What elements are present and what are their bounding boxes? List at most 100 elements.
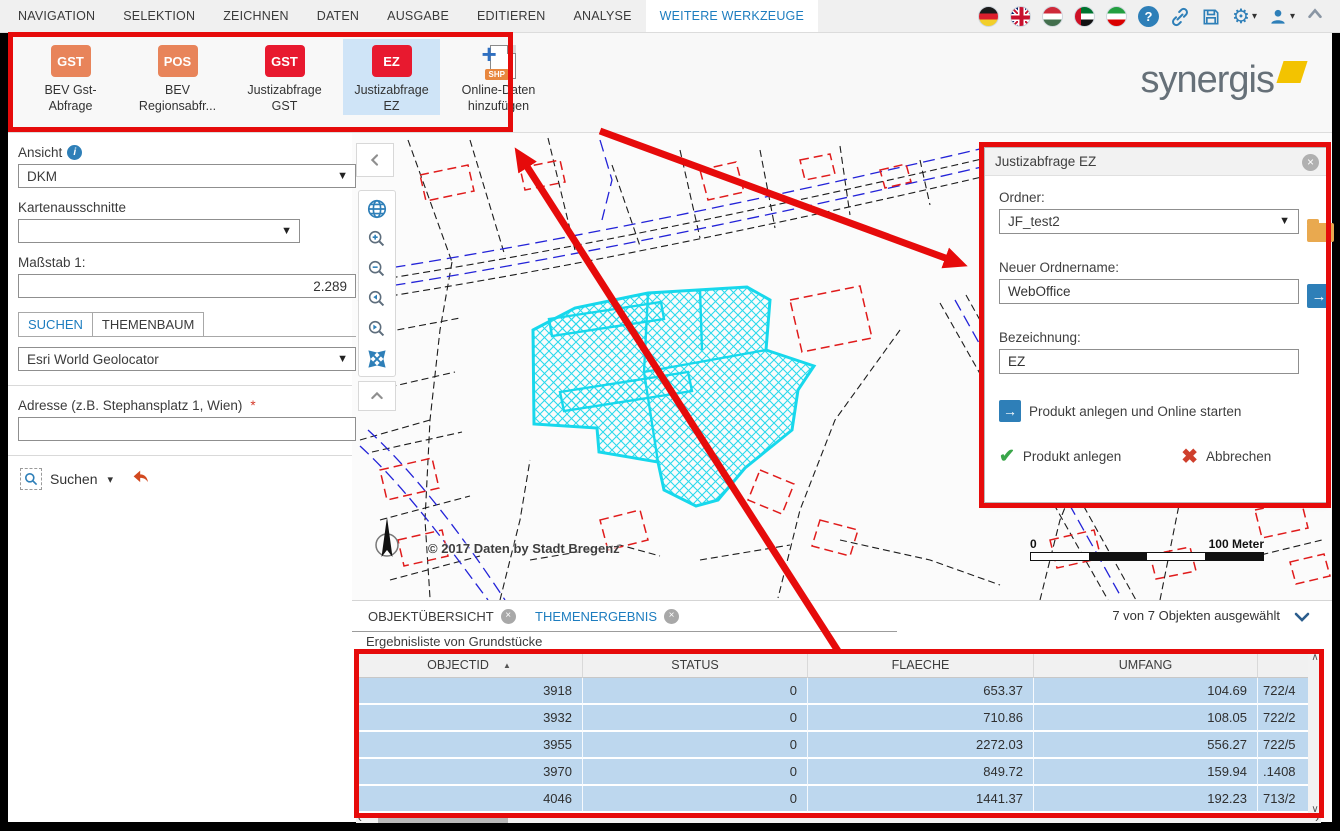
table-horizontal-scrollbar[interactable]: ‹ › [356, 815, 1321, 823]
zoom-in-icon[interactable] [362, 225, 392, 252]
tool-justizabfrage-gst[interactable]: GST Justizabfrage GST [236, 39, 333, 115]
next-extent-icon[interactable] [362, 315, 392, 342]
menubar: NAVIGATION SELEKTION ZEICHNEN DATEN AUSG… [0, 0, 1340, 33]
column-header-flaeche[interactable]: FLAECHE [808, 652, 1034, 678]
zoom-out-icon[interactable] [362, 255, 392, 282]
collapse-toolbar-icon[interactable] [1306, 5, 1324, 28]
ansicht-select[interactable]: DKM ▼ [18, 164, 356, 188]
close-icon[interactable]: × [664, 609, 679, 624]
menu-tab-editieren[interactable]: EDITIEREN [463, 0, 559, 32]
bezeichnung-input[interactable] [999, 349, 1299, 374]
close-icon[interactable]: × [501, 609, 516, 624]
search-selection-icon[interactable] [20, 468, 42, 490]
collapse-panel-chevron-icon[interactable] [1294, 609, 1310, 630]
geolocator-select[interactable]: Esri World Geolocator ▼ [18, 347, 356, 371]
table-row[interactable]: 395502272.03556.27722/5 [356, 732, 1323, 759]
abbrechen-button[interactable]: ✖ Abbrechen [1181, 444, 1271, 469]
tab-themenergebnis[interactable]: THEMENERGEBNIS × [535, 601, 679, 631]
menu-tab-navigation[interactable]: NAVIGATION [4, 0, 109, 32]
tab-objektuebersicht[interactable]: OBJEKTÜBERSICHT × [368, 601, 516, 631]
collapse-left-panel-button[interactable] [356, 143, 394, 177]
scrollbar-thumb[interactable] [378, 815, 508, 823]
tool-label: Justizabfrage EZ [346, 82, 438, 115]
full-extent-globe-icon[interactable] [362, 195, 392, 222]
suchen-button[interactable]: Suchen [50, 471, 97, 487]
action-confirm-label: Produkt anlegen [1023, 449, 1121, 464]
logo-mark-icon [1276, 61, 1307, 83]
user-icon [1268, 7, 1288, 27]
folder-icon[interactable] [1307, 223, 1334, 242]
suchen-button-row: Suchen ▾ [20, 468, 352, 490]
tool-bev-regionsabfrage[interactable]: POS BEV Regionsabfr... [129, 39, 226, 115]
divider [8, 385, 352, 386]
user-menu[interactable]: ▾ [1268, 7, 1295, 27]
column-header-status[interactable]: STATUS [583, 652, 808, 678]
help-icon[interactable]: ? [1138, 6, 1159, 27]
produkt-anlegen-button[interactable]: ✔ Produkt anlegen [999, 444, 1121, 469]
left-panel-tabs: SUCHEN THEMENBAUM [18, 312, 356, 337]
column-header-umfang[interactable]: UMFANG [1034, 652, 1258, 678]
flag-uk-icon[interactable] [1010, 6, 1031, 27]
link-icon[interactable] [1170, 7, 1190, 27]
ez-badge-icon: EZ [372, 45, 412, 77]
dialog-title: Justizabfrage EZ [985, 148, 1327, 176]
tab-themenbaum[interactable]: THEMENBAUM [93, 312, 204, 336]
menu-tab-selektion[interactable]: SELEKTION [109, 0, 209, 32]
menu-tab-ausgabe[interactable]: AUSGABE [373, 0, 463, 32]
gst-badge-icon: GST [51, 45, 91, 77]
pos-badge-icon: POS [158, 45, 198, 77]
submit-folder-arrow-button[interactable]: → [1307, 284, 1331, 308]
map-copyright: © 2017 Daten by Stadt Bregenz [428, 541, 620, 556]
menu-tab-daten[interactable]: DATEN [303, 0, 373, 32]
scroll-right-icon[interactable]: › [1315, 811, 1319, 825]
previous-extent-icon[interactable] [362, 285, 392, 312]
chevron-down-icon: ▼ [281, 225, 292, 237]
menu-tab-weitere-werkzeuge[interactable]: WEITERE WERKZEUGE [646, 0, 818, 32]
tool-bev-gst-abfrage[interactable]: GST BEV Gst-Abfrage [22, 39, 119, 115]
scroll-left-icon[interactable]: ‹ [358, 811, 362, 825]
dialog-actions: → Produkt anlegen und Online starten ✔ P… [999, 400, 1271, 469]
ordner-select[interactable]: JF_test2 ▼ [999, 209, 1299, 234]
flag-germany-icon[interactable] [978, 6, 999, 27]
menu-tab-analyse[interactable]: ANALYSE [559, 0, 645, 32]
kartenausschnitte-label: Kartenausschnitte [18, 200, 352, 215]
ansicht-value: DKM [27, 169, 57, 184]
scalebar: 0 100 Meter [1030, 537, 1264, 561]
check-icon: ✔ [999, 445, 1015, 468]
collapse-map-tools-button[interactable] [358, 381, 396, 411]
close-icon[interactable]: × [1302, 154, 1319, 171]
tool-justizabfrage-ez[interactable]: EZ Justizabfrage EZ [343, 39, 440, 115]
massstab-label: Maßstab 1: [18, 255, 352, 270]
scroll-up-icon[interactable]: ∧ [1311, 652, 1318, 663]
settings-menu[interactable]: ⚙ ▾ [1232, 4, 1257, 29]
flag-uae-icon[interactable] [1074, 6, 1095, 27]
menu-tab-zeichnen[interactable]: ZEICHNEN [209, 0, 303, 32]
kartenausschnitte-select[interactable]: ▼ [18, 219, 300, 243]
scalebar-start: 0 [1030, 537, 1037, 551]
info-icon[interactable]: i [67, 145, 82, 160]
action-primary-label: Produkt anlegen und Online starten [1029, 404, 1241, 419]
table-row[interactable]: 39700849.72159.94.1408 [356, 759, 1323, 786]
adresse-input[interactable] [18, 417, 356, 441]
neuer-ordnername-input[interactable] [999, 279, 1299, 304]
flag-iran-icon[interactable] [1106, 6, 1127, 27]
reset-icon[interactable] [131, 469, 151, 490]
tool-label: BEV Gst-Abfrage [25, 82, 117, 115]
save-icon[interactable] [1201, 7, 1221, 27]
table-row[interactable]: 404601441.37192.23713/2 [356, 786, 1323, 813]
bottom-panel: OBJEKTÜBERSICHT × THEMENERGEBNIS × 7 von… [352, 600, 1332, 822]
required-asterisk: * [250, 398, 255, 413]
pan-full-extent-icon[interactable] [362, 345, 392, 372]
flag-hungary-icon[interactable] [1042, 6, 1063, 27]
massstab-input[interactable] [18, 274, 356, 298]
suchen-dropdown-caret-icon[interactable]: ▾ [107, 473, 113, 486]
tool-online-daten-hinzufuegen[interactable]: + SHP Online-Daten hinzufügen [450, 39, 547, 115]
column-header-objectid[interactable]: OBJECTID ▲ [356, 652, 583, 678]
table-row[interactable]: 39320710.86108.05722/2 [356, 705, 1323, 732]
gst-badge-icon: GST [265, 45, 305, 77]
tab-suchen[interactable]: SUCHEN [18, 312, 93, 336]
produkt-anlegen-online-starten-button[interactable]: → Produkt anlegen und Online starten [999, 400, 1271, 422]
tool-label: BEV Regionsabfr... [132, 82, 224, 115]
table-row[interactable]: 39180653.37104.69722/4 [356, 678, 1323, 705]
table-vertical-scrollbar[interactable]: ∧ ∨ [1308, 652, 1322, 815]
